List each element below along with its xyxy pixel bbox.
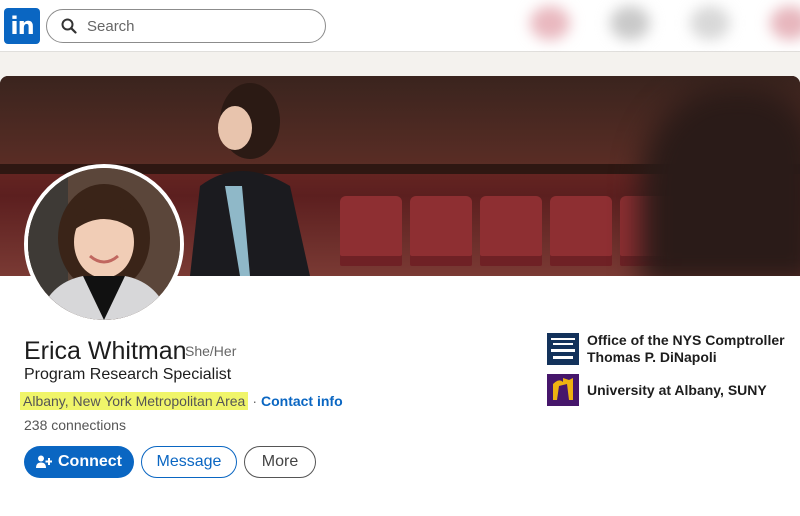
nys-comptroller-logo-icon bbox=[547, 333, 579, 365]
connections-count[interactable]: 238 connections bbox=[24, 417, 126, 433]
ualbany-logo-icon bbox=[547, 374, 579, 406]
org-item-nys-comptroller[interactable]: Office of the NYS Comptroller Thomas P. … bbox=[547, 332, 785, 366]
linkedin-logo-icon[interactable]: in bbox=[4, 8, 40, 44]
location-row: Albany, New York Metropolitan Area · Con… bbox=[20, 390, 343, 412]
contact-info-link[interactable]: Contact info bbox=[261, 393, 343, 409]
org-name: Office of the NYS Comptroller bbox=[587, 332, 785, 348]
nav-icons-blurred bbox=[440, 0, 800, 52]
profile-card: Erica Whitman She/Her Program Research S… bbox=[0, 76, 800, 516]
org-name: University at Albany, SUNY bbox=[587, 381, 767, 398]
connect-label: Connect bbox=[58, 453, 122, 470]
message-button[interactable]: Message bbox=[141, 446, 237, 478]
profile-headline: Program Research Specialist bbox=[24, 366, 232, 383]
profile-name: Erica Whitman bbox=[24, 337, 187, 365]
profile-avatar[interactable] bbox=[24, 164, 184, 324]
connect-button[interactable]: Connect bbox=[24, 446, 134, 478]
location-text: Albany, New York Metropolitan Area bbox=[20, 392, 249, 410]
search-input[interactable] bbox=[87, 16, 307, 36]
top-nav-bar: in bbox=[0, 0, 800, 52]
org-item-ualbany[interactable]: University at Albany, SUNY bbox=[547, 374, 767, 406]
separator-dot: · bbox=[252, 393, 257, 409]
search-icon bbox=[61, 18, 77, 34]
search-bar[interactable] bbox=[46, 9, 326, 43]
add-person-icon bbox=[36, 455, 52, 468]
more-button[interactable]: More bbox=[244, 446, 316, 478]
org-subname: Thomas P. DiNapoli bbox=[587, 349, 717, 365]
pronouns: She/Her bbox=[185, 343, 237, 359]
